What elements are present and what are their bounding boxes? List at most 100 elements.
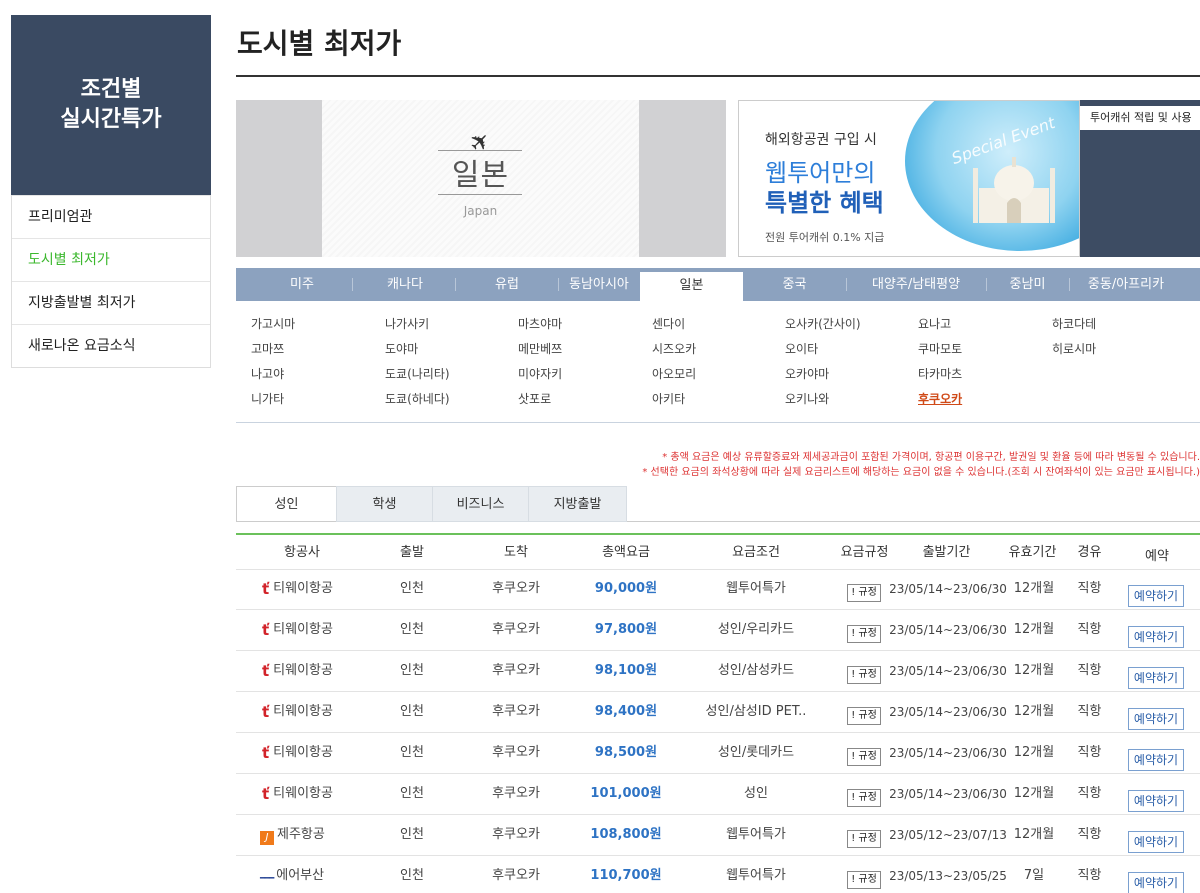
promo-banner[interactable]: Special Event 해외항공권 구입 시 웹투어만의 특별한 혜택 전원… bbox=[738, 100, 1080, 257]
city-banner-card: ✈ 일본 Japan bbox=[322, 100, 639, 257]
validity: 12개월 bbox=[1013, 704, 1055, 719]
departure-city: 인천 bbox=[400, 868, 424, 883]
arrival-city: 후쿠오카 bbox=[492, 663, 540, 678]
total-fare[interactable]: 97,800원 bbox=[576, 610, 676, 651]
tab-region-oceania[interactable]: 대양주/남태평양 bbox=[846, 268, 986, 301]
city-link-sendai[interactable]: 센다이 bbox=[652, 312, 696, 337]
airline-cell: J 제주항공 bbox=[256, 815, 368, 856]
city-link-tokyo-haneda[interactable]: 도쿄(하네다) bbox=[385, 387, 450, 412]
tab-student[interactable]: 학생 bbox=[336, 486, 433, 522]
tab-region-southeast-asia[interactable]: 동남아시아 bbox=[558, 268, 640, 301]
fare-rules-button[interactable]: ! 규정 bbox=[847, 584, 881, 602]
airline-cell: ť 티웨이항공 bbox=[256, 569, 368, 610]
header-departure-period: 출발기간 bbox=[922, 545, 971, 560]
city-link-hakodate[interactable]: 하코다테 bbox=[1052, 312, 1096, 337]
fare-condition: 웹투어특가 bbox=[726, 868, 786, 883]
city-link-memanbetsu[interactable]: 메만베쯔 bbox=[518, 337, 562, 362]
table-row: ť 티웨이항공 인천 후쿠오카 98,500원 성인/롯데카드 ! 규정 23/05/14~2… bbox=[236, 733, 1200, 774]
total-fare[interactable]: 110,700원 bbox=[576, 856, 676, 893]
fare-rules-button[interactable]: ! 규정 bbox=[847, 707, 881, 725]
city-link-kumamoto[interactable]: 쿠마모토 bbox=[918, 337, 962, 362]
side-ad-tab[interactable]: 투어캐쉬 적립 및 사용 bbox=[1080, 106, 1200, 130]
city-link-nagoya[interactable]: 나고야 bbox=[251, 362, 295, 387]
city-link-komatsu[interactable]: 고마쯔 bbox=[251, 337, 295, 362]
book-button[interactable]: 예약하기 bbox=[1128, 667, 1184, 689]
book-button[interactable]: 예약하기 bbox=[1128, 585, 1184, 607]
tab-adult[interactable]: 성인 bbox=[236, 486, 337, 522]
city-link-matsuyama[interactable]: 마츠야마 bbox=[518, 312, 562, 337]
total-fare[interactable]: 101,000원 bbox=[576, 774, 676, 815]
city-link-osaka-kansai[interactable]: 오사카(간사이) bbox=[785, 312, 861, 337]
fare-condition: 성인/삼성ID PET.. bbox=[705, 704, 807, 719]
fare-rules-button[interactable]: ! 규정 bbox=[847, 748, 881, 766]
tab-region-china[interactable]: 중국 bbox=[743, 268, 846, 301]
validity: 12개월 bbox=[1013, 622, 1055, 637]
fare-rules-button[interactable]: ! 규정 bbox=[847, 625, 881, 643]
city-link-fukuoka[interactable]: 후쿠오카 bbox=[918, 387, 962, 412]
stopover: 직항 bbox=[1077, 581, 1102, 596]
tab-business[interactable]: 비즈니스 bbox=[432, 486, 529, 522]
fare-condition: 성인/우리카드 bbox=[717, 622, 795, 637]
city-link-toyama[interactable]: 도야마 bbox=[385, 337, 450, 362]
tab-region-europe[interactable]: 유럽 bbox=[456, 268, 558, 301]
airline-name: 티웨이항공 bbox=[273, 786, 333, 801]
book-button[interactable]: 예약하기 bbox=[1128, 626, 1184, 648]
city-link-kagoshima[interactable]: 가고시마 bbox=[251, 312, 295, 337]
divider bbox=[438, 194, 522, 195]
fare-rules-button[interactable]: ! 규정 bbox=[847, 830, 881, 848]
book-button[interactable]: 예약하기 bbox=[1128, 790, 1184, 812]
air-busan-logo-icon: ━━━ bbox=[260, 874, 274, 884]
city-link-yonago[interactable]: 요나고 bbox=[918, 312, 962, 337]
total-fare[interactable]: 98,500원 bbox=[576, 733, 676, 774]
arrival-city: 후쿠오카 bbox=[492, 745, 540, 760]
validity: 12개월 bbox=[1013, 786, 1055, 801]
city-link-nagasaki[interactable]: 나가사키 bbox=[385, 312, 450, 337]
tab-region-americas[interactable]: 미주 bbox=[236, 268, 368, 301]
city-link-tokyo-narita[interactable]: 도쿄(나리타) bbox=[385, 362, 450, 387]
sidebar-item-new-fares[interactable]: 새로나온 요금소식 bbox=[12, 324, 210, 367]
sidebar-item-regional-departure[interactable]: 지방출발별 최저가 bbox=[12, 281, 210, 324]
total-fare[interactable]: 98,400원 bbox=[576, 692, 676, 733]
stopover: 직항 bbox=[1077, 868, 1102, 883]
total-fare[interactable]: 90,000원 bbox=[576, 569, 676, 610]
departure-city: 인천 bbox=[400, 745, 424, 760]
airline-name: 제주항공 bbox=[277, 827, 325, 842]
stopover: 직항 bbox=[1077, 622, 1102, 637]
tab-region-latin-america[interactable]: 중남미 bbox=[986, 268, 1069, 301]
arrival-city: 후쿠오카 bbox=[492, 786, 540, 801]
stopover: 직항 bbox=[1077, 786, 1102, 801]
city-name: 일본 bbox=[451, 158, 510, 193]
book-button[interactable]: 예약하기 bbox=[1128, 708, 1184, 730]
city-link-takamatsu[interactable]: 타카마츠 bbox=[918, 362, 962, 387]
fare-rules-button[interactable]: ! 규정 bbox=[847, 666, 881, 684]
total-fare[interactable]: 98,100원 bbox=[576, 651, 676, 692]
airline-cell: ť 티웨이항공 bbox=[256, 733, 368, 774]
city-link-niigata[interactable]: 니가타 bbox=[251, 387, 295, 412]
sidebar-item-city-lowest[interactable]: 도시별 최저가 bbox=[12, 238, 210, 281]
arrival-city: 후쿠오카 bbox=[492, 704, 540, 719]
city-link-miyazaki[interactable]: 미야자키 bbox=[518, 362, 562, 387]
city-link-aomori[interactable]: 아오모리 bbox=[652, 362, 696, 387]
tab-region-japan[interactable]: 일본 bbox=[640, 272, 743, 301]
departure-period: 23/05/14~23/06/30 bbox=[889, 705, 1007, 719]
fare-rules-button[interactable]: ! 규정 bbox=[847, 871, 881, 889]
city-link-akita[interactable]: 아키타 bbox=[652, 387, 696, 412]
tab-regional-departure[interactable]: 지방출발 bbox=[528, 486, 627, 522]
divider bbox=[236, 422, 1200, 423]
city-link-okinawa[interactable]: 오키나와 bbox=[785, 387, 861, 412]
tab-region-canada[interactable]: 캐나다 bbox=[354, 268, 456, 301]
book-button[interactable]: 예약하기 bbox=[1128, 749, 1184, 771]
tab-region-middle-east-africa[interactable]: 중동/아프리카 bbox=[1069, 268, 1183, 301]
book-button[interactable]: 예약하기 bbox=[1128, 831, 1184, 853]
city-link-sapporo[interactable]: 삿포로 bbox=[518, 387, 562, 412]
city-link-oita[interactable]: 오이타 bbox=[785, 337, 861, 362]
city-link-hiroshima[interactable]: 히로시마 bbox=[1052, 337, 1096, 362]
airline-name: 티웨이항공 bbox=[273, 704, 333, 719]
fare-rules-button[interactable]: ! 규정 bbox=[847, 789, 881, 807]
departure-period: 23/05/13~23/05/25 bbox=[889, 869, 1007, 883]
book-button[interactable]: 예약하기 bbox=[1128, 872, 1184, 893]
sidebar-item-premium[interactable]: 프리미엄관 bbox=[12, 195, 210, 238]
city-link-shizuoka[interactable]: 시즈오카 bbox=[652, 337, 696, 362]
total-fare[interactable]: 108,800원 bbox=[576, 815, 676, 856]
city-link-okayama[interactable]: 오카야마 bbox=[785, 362, 861, 387]
